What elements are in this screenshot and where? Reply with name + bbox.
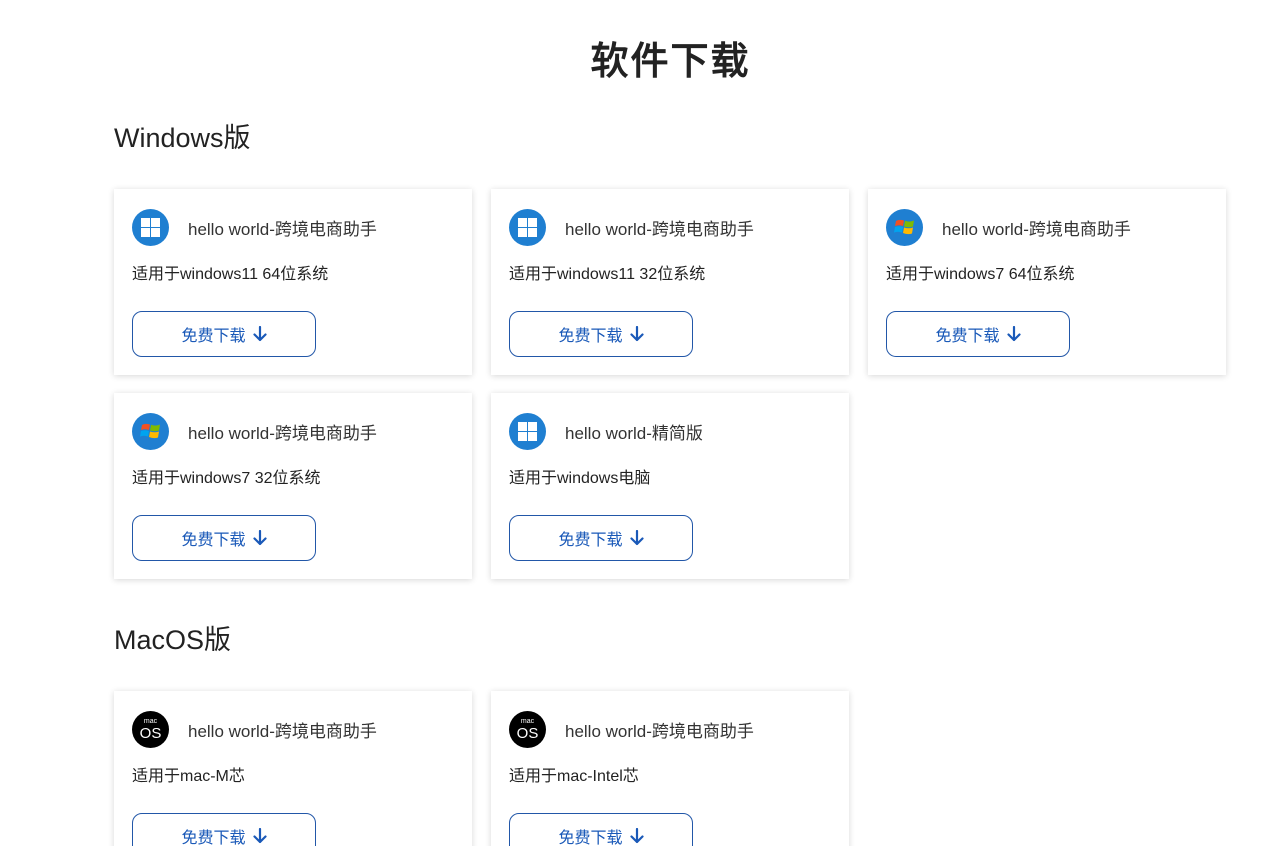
free-download-button[interactable]: 免费下载 <box>132 515 316 561</box>
macos-card-grid: mac OS hello world-跨境电商助手 适用于mac-M芯 免费下载 … <box>114 691 1226 846</box>
arrow-down-icon <box>629 828 644 844</box>
download-button-label: 免费下载 <box>558 328 623 345</box>
card-description: 适用于mac-M芯 <box>132 768 245 785</box>
card-description: 适用于windows电脑 <box>509 470 651 487</box>
download-button-label: 免费下载 <box>558 830 623 846</box>
windows7-icon <box>886 208 923 246</box>
card-product-name: hello world-跨境电商助手 <box>188 219 377 239</box>
arrow-down-icon <box>252 326 267 342</box>
arrow-down-icon <box>1006 326 1021 342</box>
download-button-label: 免费下载 <box>558 532 623 549</box>
card-description: 适用于windows11 64位系统 <box>132 266 329 283</box>
arrow-down-icon <box>252 530 267 546</box>
page-title: 软件下载 <box>590 41 751 83</box>
card-product-name: hello world-跨境电商助手 <box>188 721 377 741</box>
windows11-icon <box>132 208 169 246</box>
download-card: hello world-跨境电商助手 适用于windows11 64位系统 免费… <box>114 189 472 375</box>
card-description: 适用于windows7 32位系统 <box>132 470 321 487</box>
macos-icon: mac OS <box>509 710 546 748</box>
card-product-name: hello world-精简版 <box>565 423 703 443</box>
download-button-label: 免费下载 <box>181 532 246 549</box>
card-product-name: hello world-跨境电商助手 <box>565 219 754 239</box>
download-button-label: 免费下载 <box>935 328 1000 345</box>
arrow-down-icon <box>252 828 267 844</box>
download-button-label: 免费下载 <box>181 328 246 345</box>
card-product-name: hello world-跨境电商助手 <box>188 423 377 443</box>
download-card: hello world-精简版 适用于windows电脑 免费下载 <box>491 393 849 579</box>
card-description: 适用于mac-Intel芯 <box>509 768 639 785</box>
section-title-macos: MacOS版 <box>114 625 232 655</box>
card-description: 适用于windows7 64位系统 <box>886 266 1075 283</box>
section-title-windows: Windows版 <box>114 123 251 153</box>
windows11-icon <box>509 208 546 246</box>
free-download-button[interactable]: 免费下载 <box>132 311 316 357</box>
arrow-down-icon <box>629 530 644 546</box>
download-button-label: 免费下载 <box>181 830 246 846</box>
windows-card-grid: hello world-跨境电商助手 适用于windows11 64位系统 免费… <box>114 189 1226 579</box>
download-card: hello world-跨境电商助手 适用于windows7 64位系统 免费下… <box>868 189 1226 375</box>
card-product-name: hello world-跨境电商助手 <box>565 721 754 741</box>
download-page: 软件下载 Windows版 hello world-跨境电商助手 适用于wind… <box>0 0 1271 846</box>
free-download-button[interactable]: 免费下载 <box>509 813 693 846</box>
card-description: 适用于windows11 32位系统 <box>509 266 706 283</box>
free-download-button[interactable]: 免费下载 <box>509 311 693 357</box>
free-download-button[interactable]: 免费下载 <box>132 813 316 846</box>
windows11-icon <box>509 412 546 450</box>
arrow-down-icon <box>629 326 644 342</box>
card-product-name: hello world-跨境电商助手 <box>942 219 1131 239</box>
download-card: hello world-跨境电商助手 适用于windows11 32位系统 免费… <box>491 189 849 375</box>
free-download-button[interactable]: 免费下载 <box>886 311 1070 357</box>
free-download-button[interactable]: 免费下载 <box>509 515 693 561</box>
download-card: hello world-跨境电商助手 适用于windows7 32位系统 免费下… <box>114 393 472 579</box>
download-card: mac OS hello world-跨境电商助手 适用于mac-M芯 免费下载 <box>114 691 472 846</box>
macos-icon: mac OS <box>132 710 169 748</box>
windows7-icon <box>132 412 169 450</box>
download-card: mac OS hello world-跨境电商助手 适用于mac-Intel芯 免… <box>491 691 849 846</box>
